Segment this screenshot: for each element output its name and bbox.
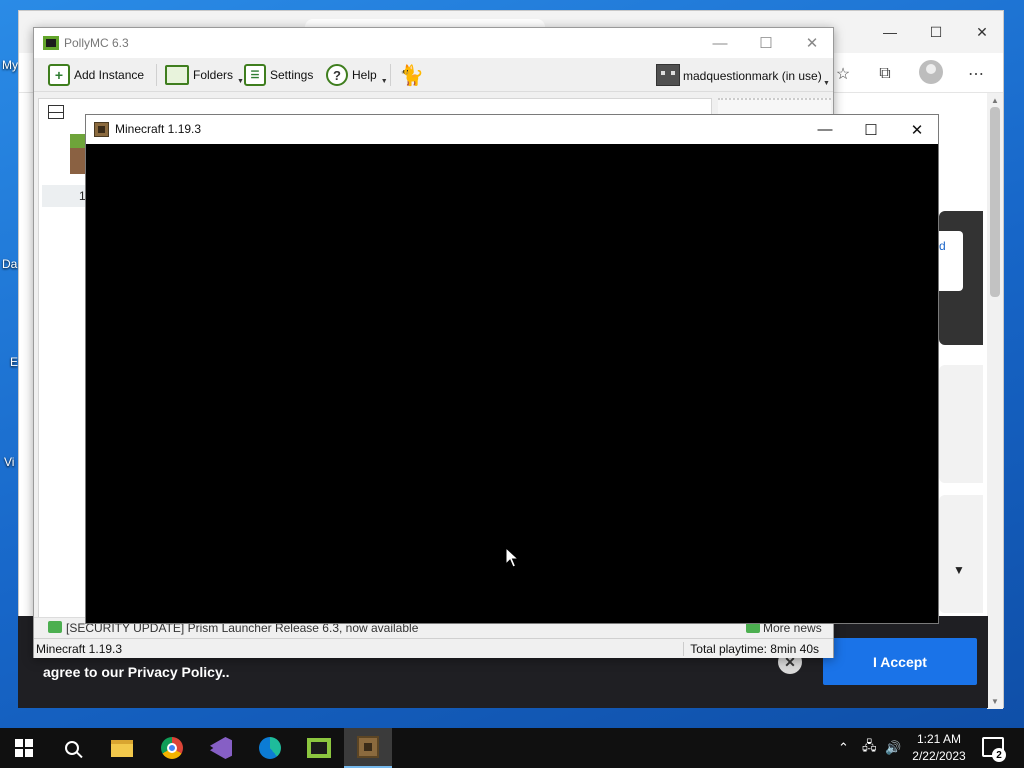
- taskbar-visual-studio[interactable]: [197, 728, 245, 768]
- edge-icon: [259, 737, 281, 759]
- page-card: [939, 365, 983, 483]
- scrollbar-thumb[interactable]: [990, 107, 1000, 297]
- clock-time: 1:21 AM: [916, 732, 962, 746]
- show-hidden-icons-icon[interactable]: ⌃: [838, 728, 849, 768]
- account-avatar-icon[interactable]: [656, 64, 680, 86]
- minecraft-close-button[interactable]: ✕: [894, 115, 940, 144]
- pollymc-logo-icon: [43, 36, 59, 50]
- page-link-fragment[interactable]: d: [939, 239, 946, 253]
- help-label: Help: [352, 68, 377, 82]
- taskbar-chrome[interactable]: [148, 728, 196, 768]
- start-button[interactable]: [0, 728, 48, 768]
- add-instance-button[interactable]: + Add Instance: [48, 62, 144, 88]
- settings-label: Settings: [270, 68, 314, 82]
- pollymc-toolbar: + Add Instance Folders ▼ ☰ Settings ? He…: [34, 58, 833, 92]
- volume-icon[interactable]: 🔊: [885, 728, 901, 768]
- pollymc-close-button[interactable]: ✕: [789, 28, 835, 58]
- browser-scrollbar[interactable]: ▲ ▼: [987, 93, 1003, 709]
- search-button[interactable]: [48, 728, 96, 768]
- notification-count-badge: 2: [992, 748, 1006, 762]
- windows-icon: [15, 739, 33, 757]
- desktop-icon-e[interactable]: E: [10, 355, 18, 369]
- dropdown-arrow-icon[interactable]: ▼: [823, 80, 830, 87]
- folders-label: Folders: [193, 68, 234, 82]
- clock-date: 2/22/2023: [912, 749, 966, 763]
- minecraft-title: Minecraft 1.19.3: [115, 122, 202, 136]
- desktop-icon-vi[interactable]: Vi: [4, 455, 14, 469]
- network-icon[interactable]: 🖧: [862, 728, 877, 768]
- account-button[interactable]: madquestionmark (in use): [683, 69, 822, 83]
- settings-button[interactable]: ☰ Settings: [244, 62, 313, 88]
- chrome-icon: [161, 737, 183, 759]
- visual-studio-icon: [210, 737, 232, 759]
- page-dark-card: d: [939, 211, 983, 345]
- taskbar-file-explorer[interactable]: [98, 728, 146, 768]
- cat-icon[interactable]: 🐈: [399, 63, 424, 88]
- minecraft-maximize-button[interactable]: ☐: [848, 115, 894, 144]
- profile-avatar-icon[interactable]: [919, 60, 943, 84]
- desktop-icon-my[interactable]: My: [2, 58, 18, 72]
- folders-button[interactable]: Folders ▼: [165, 62, 244, 88]
- search-icon: [65, 741, 79, 755]
- more-menu-icon[interactable]: ⋯: [962, 61, 990, 87]
- browser-minimize-button[interactable]: —: [867, 17, 913, 47]
- cookie-banner-text: agree to our Privacy Policy..: [43, 664, 230, 680]
- file-explorer-icon: [111, 739, 133, 757]
- minecraft-minimize-button[interactable]: —: [802, 115, 848, 144]
- scroll-up-icon[interactable]: ▲: [991, 96, 999, 105]
- help-icon: ?: [326, 64, 348, 86]
- browser-maximize-button[interactable]: ☐: [913, 17, 959, 47]
- page-card: [939, 495, 983, 613]
- scroll-down-icon[interactable]: ▼: [991, 697, 999, 706]
- collections-icon[interactable]: ⧉: [871, 61, 899, 87]
- pollymc-maximize-button[interactable]: ☐: [743, 28, 789, 58]
- chevron-down-icon[interactable]: ▼: [953, 563, 965, 577]
- accept-button[interactable]: I Accept: [823, 638, 977, 685]
- pollymc-title: PollyMC 6.3: [64, 36, 129, 50]
- group-collapse-icon[interactable]: [48, 105, 64, 119]
- taskbar: ⌃ 🖧 🔊 1:21 AM 2/22/2023 2: [0, 728, 1024, 768]
- minecraft-titlebar[interactable]: Minecraft 1.19.3 — ☐ ✕: [86, 115, 938, 144]
- system-clock[interactable]: 1:21 AM 2/22/2023: [906, 731, 972, 765]
- taskbar-edge[interactable]: [246, 728, 294, 768]
- folder-icon: [165, 65, 189, 85]
- minecraft-icon: [357, 736, 379, 758]
- taskbar-pollymc[interactable]: [295, 728, 343, 768]
- pollymc-icon: [307, 738, 331, 758]
- settings-icon: ☰: [244, 64, 266, 86]
- dropdown-arrow-icon: ▼: [237, 77, 244, 85]
- cookie-banner-faint-text: [398, 674, 728, 694]
- desktop-icon-da[interactable]: Da: [2, 257, 17, 271]
- taskbar-minecraft[interactable]: [344, 728, 392, 768]
- total-playtime: Total playtime: 8min 40s: [683, 642, 819, 656]
- status-instance: Minecraft 1.19.3: [36, 642, 123, 656]
- plus-icon: +: [48, 64, 70, 86]
- pollymc-titlebar[interactable]: PollyMC 6.3 — ☐ ✕: [34, 28, 833, 58]
- add-instance-label: Add Instance: [74, 68, 145, 82]
- mouse-cursor-icon: [505, 547, 519, 568]
- pollymc-minimize-button[interactable]: —: [697, 28, 743, 58]
- minecraft-logo-icon: [94, 122, 109, 137]
- help-button[interactable]: ? Help ▼: [326, 62, 388, 88]
- status-bar: Minecraft 1.19.3 Total playtime: 8min 40…: [34, 638, 833, 658]
- dropdown-arrow-icon: ▼: [380, 77, 388, 85]
- news-icon: [48, 621, 62, 633]
- browser-close-button[interactable]: ✕: [959, 17, 1005, 47]
